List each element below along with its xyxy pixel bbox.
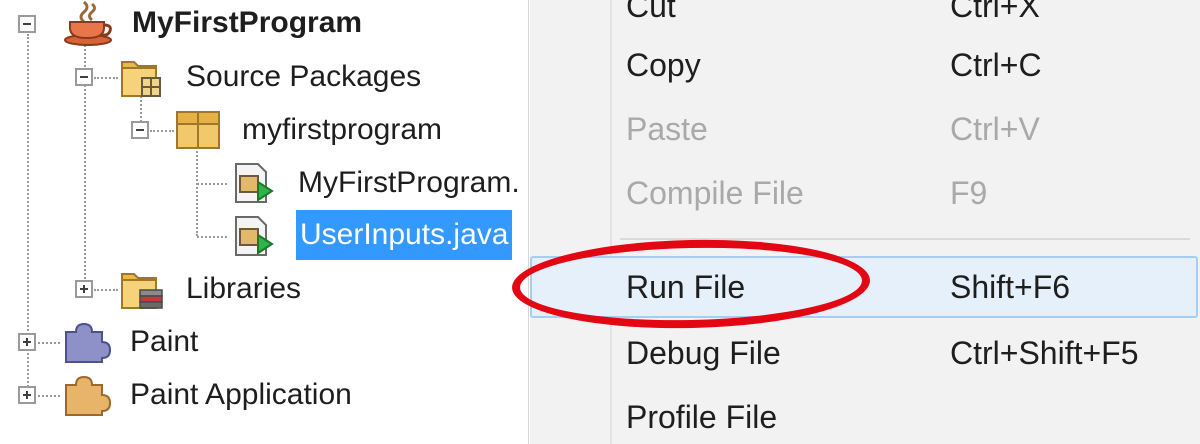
tree-connector [197,183,227,185]
menu-item-label: Profile File [626,399,778,435]
paint-project-node-label[interactable]: Paint [130,322,198,362]
menu-item-paste: Paste Ctrl+V [530,101,1198,157]
tree-connector [150,130,174,132]
menu-item-label: Debug File [626,335,781,371]
menu-item-label: Compile File [626,175,804,211]
menu-item-shortcut: Ctrl+C [950,47,1042,83]
collapse-project-toggle[interactable] [18,15,36,33]
libraries-folder-icon [118,264,168,317]
menu-item-shortcut: Ctrl+V [950,111,1040,147]
puzzle-icon [60,373,112,422]
source-packages-node-label[interactable]: Source Packages [186,57,421,97]
expand-libraries-toggle[interactable] [75,280,93,298]
tree-connector [94,289,118,291]
context-menu: Cut Ctrl+X Copy Ctrl+C Paste Ctrl+V Comp… [530,0,1200,444]
projects-tree: MyFirstProgram Source Packages myfirstpr… [0,0,529,444]
expand-paint-toggle[interactable] [18,333,36,351]
menu-item-shortcut: Shift+F6 [950,269,1071,305]
libraries-node-label[interactable]: Libraries [186,269,301,309]
collapse-source-packages-toggle[interactable] [75,68,93,86]
menu-item-shortcut: Ctrl+X [950,0,1040,24]
project-node-label[interactable]: MyFirstProgram [132,3,362,43]
puzzle-icon [60,320,112,369]
file-node-label[interactable]: MyFirstProgram. [298,163,520,203]
menu-item-copy[interactable]: Copy Ctrl+C [530,37,1198,93]
menu-item-label: Paste [626,111,708,147]
menu-item-cut[interactable]: Cut Ctrl+X [530,0,1198,34]
selected-file-node-label[interactable]: UserInputs.java [296,210,513,260]
paint-application-project-node-label[interactable]: Paint Application [130,375,352,415]
menu-item-label: Copy [626,47,701,83]
expand-paint-application-toggle[interactable] [18,386,36,404]
menu-item-shortcut: F9 [950,175,988,211]
tree-connector [38,342,60,344]
package-node-label[interactable]: myfirstprogram [242,110,442,150]
java-cup-icon [62,0,114,51]
menu-item-shortcut: Ctrl+Shift+F5 [950,335,1139,371]
package-icon [174,108,224,157]
menu-item-compile-file: Compile File F9 [530,165,1198,221]
collapse-package-toggle[interactable] [131,121,149,139]
menu-item-label: Cut [626,0,676,24]
tree-connector [94,77,118,79]
menu-item-profile-file[interactable]: Profile File [530,389,1198,444]
tree-connector [197,236,227,238]
source-folder-icon [118,52,168,105]
java-file-icon [230,160,278,211]
menu-item-debug-file[interactable]: Debug File Ctrl+Shift+F5 [530,325,1198,381]
tree-connector [38,395,60,397]
java-file-icon [230,213,278,264]
